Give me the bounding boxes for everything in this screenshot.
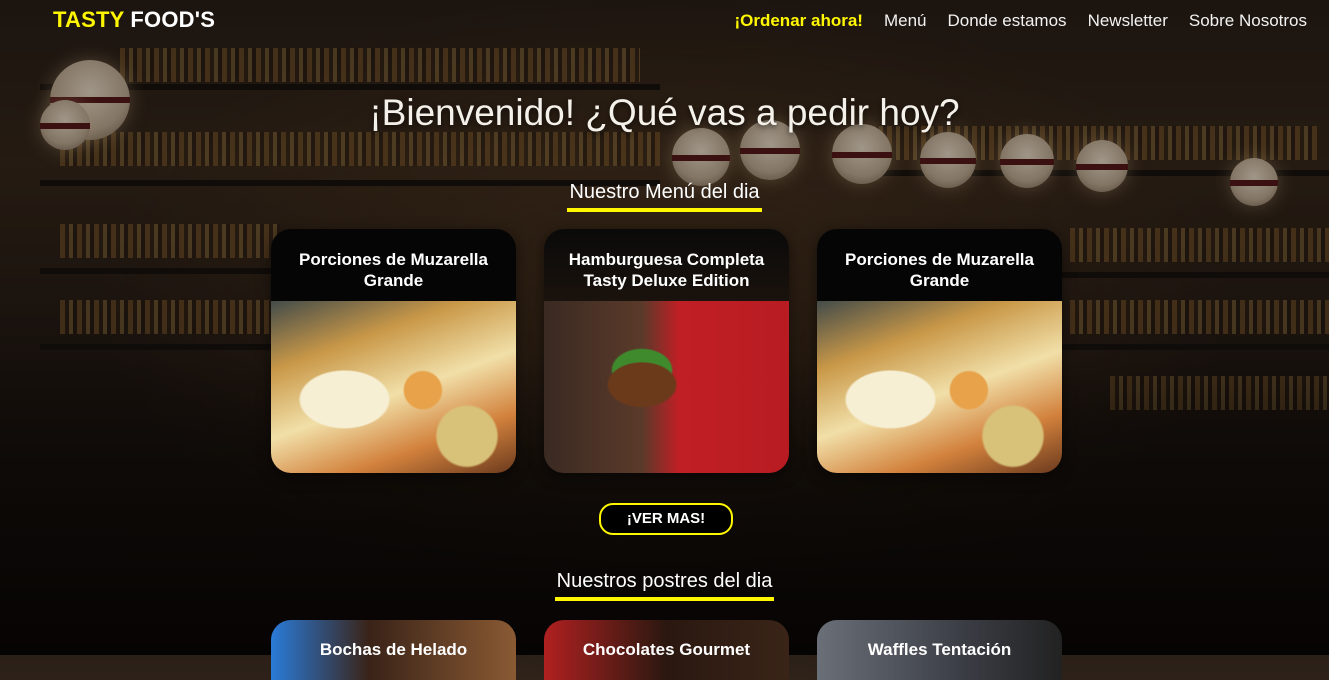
menu-section-title-text: Nuestro Menú del dia xyxy=(567,181,762,212)
brand-part1: TASTY xyxy=(53,7,125,32)
dessert-card-title: Waffles Tentación xyxy=(867,640,1012,659)
burger-image xyxy=(544,289,789,473)
menu-card[interactable]: Porciones de Muzarella Grande xyxy=(271,229,516,473)
main-nav: ¡Ordenar ahora! Menú Donde estamos Newsl… xyxy=(734,11,1307,31)
site-header: TASTY FOOD'S ¡Ordenar ahora! Menú Donde … xyxy=(0,0,1329,42)
dessert-card-title: Bochas de Helado xyxy=(319,640,468,659)
menu-card-title-line2: Grande xyxy=(363,271,424,290)
menu-card-title-line2: Grande xyxy=(909,271,970,290)
menu-card-title: Hamburguesa Completa Tasty Deluxe Editio… xyxy=(544,229,789,301)
menu-card[interactable]: Hamburguesa Completa Tasty Deluxe Editio… xyxy=(544,229,789,473)
desserts-section-title: Nuestros postres del dia xyxy=(0,570,1329,601)
nav-about[interactable]: Sobre Nosotros xyxy=(1189,11,1307,31)
menu-section-title: Nuestro Menú del dia xyxy=(0,181,1329,212)
menu-card-title: Porciones de Muzarella Grande xyxy=(271,229,516,301)
menu-card[interactable]: Porciones de Muzarella Grande xyxy=(817,229,1062,473)
menu-card-title: Porciones de Muzarella Grande xyxy=(817,229,1062,301)
brand-logo[interactable]: TASTY FOOD'S xyxy=(53,7,215,33)
nav-menu[interactable]: Menú xyxy=(884,11,927,31)
dessert-card[interactable]: Chocolates Gourmet xyxy=(544,620,789,680)
hero-title: ¡Bienvenido! ¿Qué vas a pedir hoy? xyxy=(369,92,960,133)
see-more-button[interactable]: ¡VER MAS! xyxy=(599,503,733,535)
nav-order-now[interactable]: ¡Ordenar ahora! xyxy=(734,11,862,31)
menu-card-title-line2: Tasty Deluxe Edition xyxy=(583,271,750,290)
menu-card-title-line1: Porciones de Muzarella xyxy=(299,250,488,269)
menu-card-title-line1: Porciones de Muzarella xyxy=(845,250,1034,269)
pizza-image xyxy=(817,289,1062,473)
dessert-card[interactable]: Bochas de Helado xyxy=(271,620,516,680)
pizza-image xyxy=(271,289,516,473)
menu-card-title-line1: Hamburguesa Completa xyxy=(568,250,765,269)
nav-newsletter[interactable]: Newsletter xyxy=(1088,11,1168,31)
desserts-section-title-text: Nuestros postres del dia xyxy=(554,570,775,601)
dessert-card-title: Chocolates Gourmet xyxy=(582,640,751,659)
brand-part2: FOOD'S xyxy=(130,7,216,32)
nav-location[interactable]: Donde estamos xyxy=(947,11,1066,31)
dessert-card[interactable]: Waffles Tentación xyxy=(817,620,1062,680)
